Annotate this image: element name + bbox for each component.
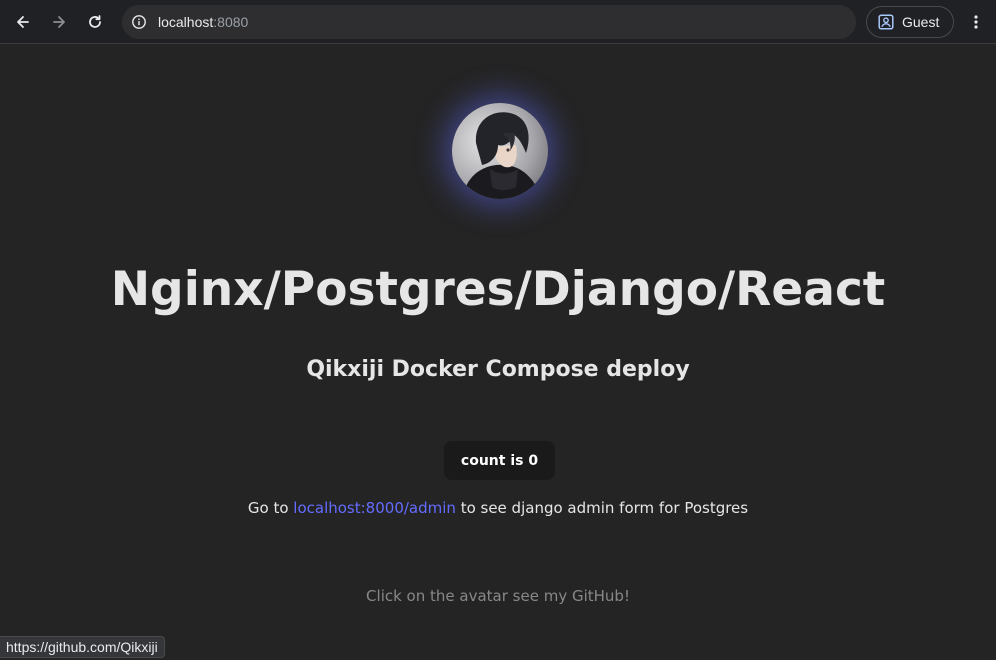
- site-info-icon[interactable]: [130, 13, 148, 31]
- admin-suffix: to see django admin form for Postgres: [455, 499, 749, 517]
- forward-button[interactable]: [45, 8, 73, 36]
- url-host: localhost: [158, 14, 214, 30]
- browser-toolbar: localhost:8080 Guest: [0, 0, 996, 44]
- admin-link[interactable]: localhost:8000/admin: [293, 499, 456, 517]
- page-content: Nginx/Postgres/Django/React Qikxiji Dock…: [0, 45, 996, 660]
- reload-button[interactable]: [81, 8, 109, 36]
- back-arrow-icon: [17, 16, 29, 28]
- profile-label: Guest: [902, 14, 940, 30]
- address-bar[interactable]: localhost:8080: [122, 5, 856, 39]
- profile-button[interactable]: Guest: [866, 6, 954, 38]
- forward-arrow-icon: [53, 16, 65, 28]
- page-subtitle: Qikxiji Docker Compose deploy: [306, 357, 690, 382]
- github-avatar-link[interactable]: [452, 103, 548, 199]
- link-status-bubble: https://github.com/Qikxiji: [0, 636, 165, 658]
- admin-instructions: Go to localhost:8000/admin to see django…: [0, 497, 996, 519]
- count-button[interactable]: count is 0: [444, 441, 555, 480]
- profile-icon: [878, 14, 894, 30]
- browser-menu-button[interactable]: [962, 8, 990, 36]
- url-port: :8080: [213, 14, 249, 30]
- page-title: Nginx/Postgres/Django/React: [110, 262, 886, 317]
- more-vertical-icon: [974, 15, 978, 29]
- url-text[interactable]: localhost:8080: [158, 5, 248, 39]
- admin-prefix: Go to: [247, 499, 294, 517]
- reload-icon: [89, 15, 101, 28]
- avatar-image: [452, 103, 548, 199]
- back-button[interactable]: [9, 8, 37, 36]
- avatar-hint: Click on the avatar see my GitHub!: [366, 587, 630, 605]
